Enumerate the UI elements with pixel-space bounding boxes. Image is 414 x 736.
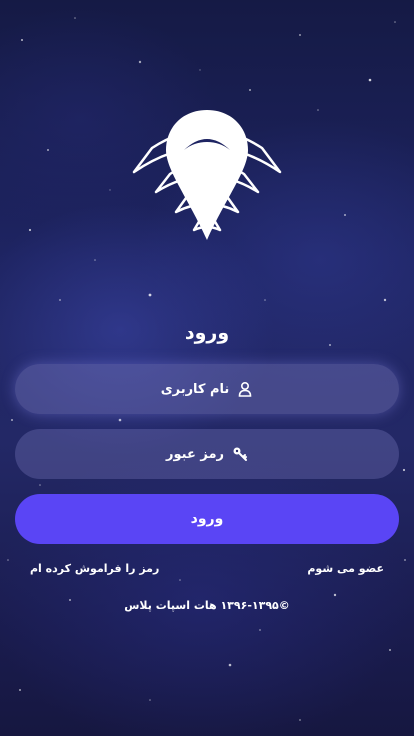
password-placeholder: رمز عبور	[166, 446, 224, 462]
password-field[interactable]: رمز عبور	[15, 429, 399, 479]
copyright-text: ©۱۳۹۶-۱۳۹۵ هات اسپات پلاس	[124, 599, 290, 612]
signup-link[interactable]: عضو می شوم	[307, 562, 384, 575]
page-title: ورود	[184, 322, 230, 344]
username-placeholder: نام کاربری	[160, 381, 230, 397]
location-wifi-logo-icon	[130, 108, 284, 248]
username-field[interactable]: نام کاربری	[15, 364, 399, 414]
key-icon	[232, 446, 248, 462]
user-icon	[237, 381, 253, 397]
forgot-password-link[interactable]: رمز را فراموش کرده ام	[30, 562, 159, 575]
login-button[interactable]: ورود	[15, 494, 399, 544]
